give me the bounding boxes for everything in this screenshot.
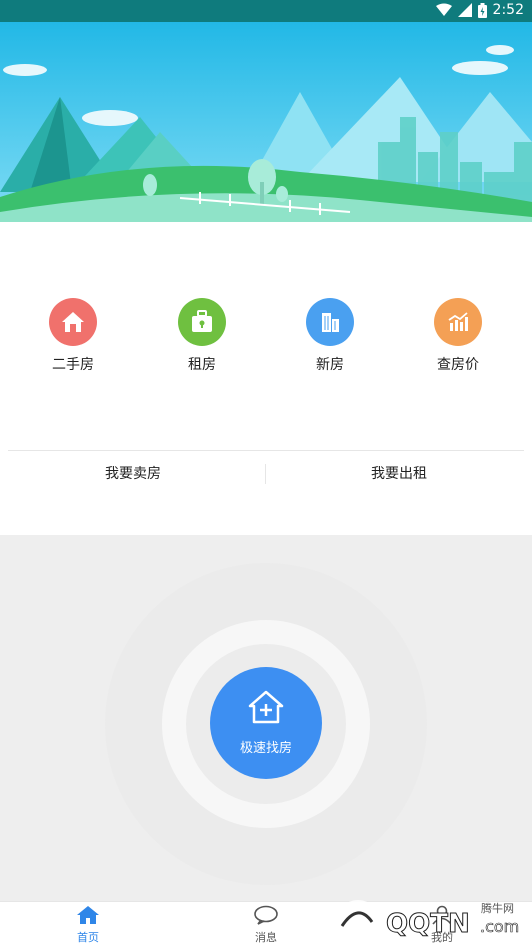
quick-find-label: 极速找房 <box>239 741 292 756</box>
house-plus-icon <box>248 690 284 724</box>
category-check-price[interactable]: 查房价 <box>418 298 498 374</box>
chat-bubble-icon <box>254 905 278 925</box>
quick-search-area: 极速找房 <box>0 535 532 901</box>
svg-text:.com: .com <box>480 917 519 936</box>
category-grid: 二手房 租房 新房 查房价 <box>0 298 532 378</box>
divider <box>8 450 524 451</box>
watermark: QQTN .com 腾牛网 <box>332 892 532 946</box>
price-chart-icon <box>434 298 482 346</box>
tab-label: 首页 <box>77 931 99 944</box>
hero-banner <box>0 22 532 222</box>
status-bar: 2:52 <box>0 0 532 22</box>
category-label: 新房 <box>316 357 344 373</box>
rent-out-button[interactable]: 我要出租 <box>266 460 532 488</box>
wifi-icon <box>435 3 452 16</box>
building-icon <box>306 298 354 346</box>
watermark-text: 腾牛网 <box>481 902 514 915</box>
category-label: 查房价 <box>437 357 479 373</box>
svg-text:QQTN: QQTN <box>386 909 470 939</box>
house-icon <box>49 298 97 346</box>
tab-messages[interactable]: 消息 <box>216 905 316 945</box>
status-time: 2:52 <box>492 2 524 18</box>
category-second-hand[interactable]: 二手房 <box>33 298 113 374</box>
signal-icon <box>457 3 472 17</box>
suitcase-icon <box>178 298 226 346</box>
sell-house-button[interactable]: 我要卖房 <box>0 460 266 488</box>
tab-home[interactable]: 首页 <box>38 905 138 945</box>
battery-icon <box>477 2 487 18</box>
quick-actions: 我要卖房 我要出租 <box>0 460 532 488</box>
status-icons: 2:52 <box>435 2 524 18</box>
landscape-illustration <box>0 22 532 222</box>
category-label: 租房 <box>188 357 216 373</box>
category-new-house[interactable]: 新房 <box>290 298 370 374</box>
category-rent[interactable]: 租房 <box>162 298 242 374</box>
tab-label: 消息 <box>255 931 277 944</box>
category-label: 二手房 <box>52 357 94 373</box>
quick-find-house-button[interactable]: 极速找房 <box>210 667 322 779</box>
home-icon <box>77 906 99 924</box>
